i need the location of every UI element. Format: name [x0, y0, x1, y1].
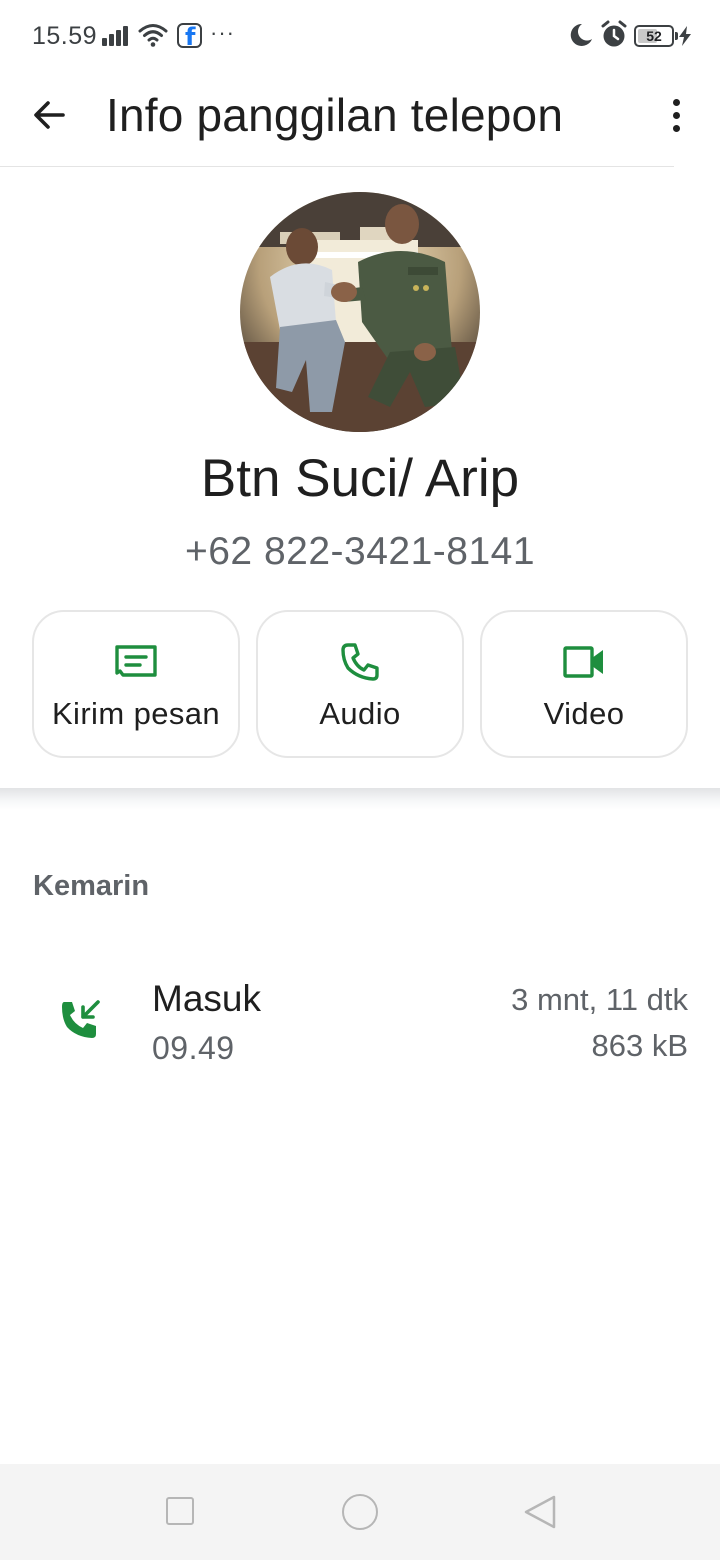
- status-time: 15.59: [32, 22, 98, 50]
- call-duration: 3 mnt, 11 dtk: [511, 982, 688, 1017]
- app-bar: Info panggilan telepon: [0, 72, 720, 168]
- status-bar: 15.59 f ··· 52: [0, 0, 720, 72]
- send-message-button[interactable]: Kirim pesan: [32, 610, 240, 758]
- videocam-icon: [563, 646, 603, 678]
- avatar-photo: [240, 192, 480, 432]
- contact-phone[interactable]: +62 822-3421-8141: [0, 530, 720, 574]
- battery-level: 52: [646, 28, 662, 44]
- call-data-size: 863 kB: [591, 1028, 688, 1063]
- more-options-button[interactable]: [656, 90, 696, 140]
- more-vert-icon: [672, 98, 680, 132]
- battery-icon: 52: [634, 25, 678, 47]
- arrow-back-icon: [34, 101, 65, 129]
- send-message-label: Kirim pesan: [51, 696, 221, 731]
- recents-square-icon[interactable]: [166, 1497, 194, 1525]
- back-button[interactable]: [24, 90, 74, 140]
- system-nav-bar: [0, 1464, 720, 1560]
- message-icon: [115, 645, 157, 677]
- contact-avatar[interactable]: [240, 192, 480, 432]
- wifi-icon: [138, 24, 168, 47]
- moon-icon: [570, 23, 592, 46]
- alarm-icon: [601, 20, 627, 47]
- incoming-call-icon: [62, 1000, 100, 1038]
- phone-icon: [341, 643, 379, 681]
- facebook-icon: f: [177, 23, 202, 48]
- back-triangle-icon[interactable]: [522, 1494, 558, 1530]
- home-circle-icon[interactable]: [342, 1494, 378, 1530]
- more-notifications-icon: ···: [210, 20, 235, 45]
- signal-icon: [102, 24, 132, 46]
- audio-call-button[interactable]: Audio: [256, 610, 464, 758]
- history-date-label: Kemarin: [33, 870, 150, 902]
- section-divider: [0, 788, 720, 810]
- audio-call-label: Audio: [319, 696, 401, 731]
- call-history-item[interactable]: Masuk 09.49 3 mnt, 11 dtk 863 kB: [0, 960, 720, 1080]
- video-call-button[interactable]: Video: [480, 610, 688, 758]
- contact-name: Btn Suci/ Arip: [200, 449, 520, 508]
- charging-icon: [679, 26, 691, 46]
- video-call-label: Video: [543, 696, 625, 731]
- app-bar-divider: [0, 166, 674, 167]
- page-title: Info panggilan telepon: [106, 89, 564, 141]
- call-type: Masuk: [152, 978, 261, 1019]
- call-time: 09.49: [152, 1030, 235, 1066]
